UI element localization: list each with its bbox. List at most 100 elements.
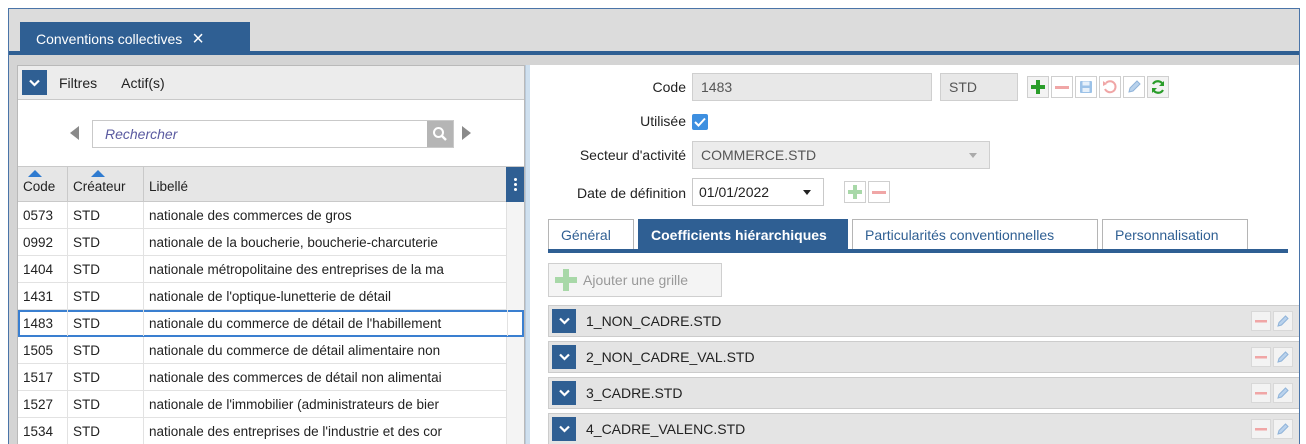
grid-group-row[interactable]: 1_NON_CADRE.STD bbox=[548, 305, 1299, 337]
check-icon bbox=[694, 117, 706, 127]
edit-icon[interactable] bbox=[1273, 347, 1293, 367]
table-row[interactable]: 0992 STD nationale de la boucherie, bouc… bbox=[18, 229, 524, 256]
date-select[interactable]: 01/01/2022 bbox=[692, 178, 824, 206]
add-date-icon[interactable] bbox=[844, 181, 866, 203]
filter-toggle-button[interactable] bbox=[22, 70, 47, 95]
grid-name: 1_NON_CADRE.STD bbox=[586, 313, 722, 329]
grid-name: 4_CADRE_VALENC.STD bbox=[586, 421, 746, 437]
tab-label: Particularités conventionnelles bbox=[865, 226, 1055, 243]
used-checkbox[interactable] bbox=[692, 114, 708, 130]
undo-icon[interactable] bbox=[1099, 76, 1121, 98]
cell-label: nationale du commerce de détail alimenta… bbox=[144, 337, 508, 363]
cell-code: 1431 bbox=[18, 283, 68, 309]
tab-personnalisation[interactable]: Personnalisation bbox=[1102, 219, 1248, 249]
column-header-code[interactable]: Code bbox=[18, 167, 68, 202]
cell-label: nationale métropolitaine des entreprises… bbox=[144, 256, 508, 282]
edit-icon[interactable] bbox=[1273, 311, 1293, 331]
code-label: Code bbox=[652, 79, 686, 95]
tab-coefficients[interactable]: Coefficients hiérarchiques bbox=[638, 219, 848, 249]
table-row-selected[interactable]: 1483 STD nationale du commerce de détail… bbox=[18, 310, 524, 337]
edit-icon[interactable] bbox=[1123, 76, 1145, 98]
tab-particularites[interactable]: Particularités conventionnelles bbox=[852, 219, 1098, 249]
sector-select[interactable]: COMMERCE.STD bbox=[692, 141, 990, 169]
grid-group-row[interactable]: 3_CADRE.STD bbox=[548, 377, 1299, 409]
add-grid-button[interactable]: Ajouter une grille bbox=[548, 263, 722, 297]
remove-icon[interactable] bbox=[1251, 347, 1271, 367]
grid-actions bbox=[1251, 383, 1293, 403]
expand-button[interactable] bbox=[552, 309, 576, 333]
detail-tabs: Général Coefficients hiérarchiques Parti… bbox=[548, 219, 1288, 249]
expand-button[interactable] bbox=[552, 381, 576, 405]
grid-name: 2_NON_CADRE_VAL.STD bbox=[586, 349, 755, 365]
sort-ascending-icon bbox=[28, 170, 42, 177]
table-row[interactable]: 1404 STD nationale métropolitaine des en… bbox=[18, 256, 524, 283]
used-label: Utilisée bbox=[640, 113, 686, 129]
remove-icon[interactable] bbox=[1051, 76, 1073, 98]
remove-date-icon[interactable] bbox=[868, 181, 890, 203]
column-header-label[interactable]: Libellé bbox=[144, 167, 508, 202]
search-box bbox=[92, 120, 454, 148]
chevron-down-icon bbox=[558, 425, 570, 433]
document-tabstrip: Conventions collectives × bbox=[9, 9, 1299, 55]
previous-arrow-icon[interactable] bbox=[70, 126, 79, 140]
grid-actions bbox=[1251, 419, 1293, 439]
search-button[interactable] bbox=[427, 121, 453, 147]
grid-group-row[interactable]: 4_CADRE_VALENC.STD bbox=[548, 413, 1299, 444]
add-icon[interactable] bbox=[1027, 76, 1049, 98]
remove-icon[interactable] bbox=[1251, 383, 1271, 403]
table-row[interactable]: 0573 STD nationale des commerces de gros bbox=[18, 202, 524, 229]
cell-label: nationale des entreprises de l'industrie… bbox=[144, 418, 508, 444]
tab-general[interactable]: Général bbox=[548, 219, 634, 249]
window-frame: Conventions collectives × Filtres Actif(… bbox=[8, 8, 1300, 444]
cell-code: 1404 bbox=[18, 256, 68, 282]
cell-label: nationale du commerce de détail de l'hab… bbox=[144, 310, 508, 336]
search-icon bbox=[433, 127, 447, 141]
grid-actions bbox=[1251, 311, 1293, 331]
cell-creator: STD bbox=[68, 418, 144, 444]
date-label: Date de définition bbox=[577, 185, 686, 201]
cell-creator: STD bbox=[68, 229, 144, 255]
chevron-down-icon bbox=[803, 190, 811, 195]
next-arrow-icon[interactable] bbox=[462, 126, 471, 140]
edit-icon[interactable] bbox=[1273, 419, 1293, 439]
tab-label: Personnalisation bbox=[1115, 226, 1219, 243]
table-row[interactable]: 1527 STD nationale de l'immobilier (admi… bbox=[18, 391, 524, 418]
save-icon[interactable] bbox=[1075, 76, 1097, 98]
table-row[interactable]: 1534 STD nationale des entreprises de l'… bbox=[18, 418, 524, 444]
document-tab-title: Conventions collectives bbox=[36, 30, 183, 47]
plus-icon bbox=[555, 269, 577, 291]
cell-label: nationale de l'immobilier (administrateu… bbox=[144, 391, 508, 417]
code-field: 1483 bbox=[692, 73, 932, 101]
tab-label: Coefficients hiérarchiques bbox=[651, 226, 827, 243]
search-row bbox=[18, 120, 524, 150]
cell-creator: STD bbox=[68, 202, 144, 228]
column-header-creator[interactable]: Créateur bbox=[68, 167, 144, 202]
search-input[interactable] bbox=[93, 121, 429, 147]
tabs-underline bbox=[548, 249, 1288, 253]
remove-icon[interactable] bbox=[1251, 311, 1271, 331]
table-row[interactable]: 1431 STD nationale de l'optique-lunetter… bbox=[18, 283, 524, 310]
cell-code: 1517 bbox=[18, 364, 68, 390]
tab-label: Général bbox=[561, 226, 611, 243]
grid-actions bbox=[1251, 347, 1293, 367]
creator-field: STD bbox=[940, 73, 1018, 101]
remove-icon[interactable] bbox=[1251, 419, 1271, 439]
grid-group-row[interactable]: 2_NON_CADRE_VAL.STD bbox=[548, 341, 1299, 373]
table-row[interactable]: 1505 STD nationale du commerce de détail… bbox=[18, 337, 524, 364]
sector-label: Secteur d'activité bbox=[579, 147, 686, 163]
chevron-down-icon bbox=[558, 317, 570, 325]
refresh-icon[interactable] bbox=[1147, 76, 1169, 98]
column-menu-button[interactable] bbox=[506, 167, 524, 202]
filter-label: Filtres bbox=[59, 74, 98, 91]
cell-label: nationale de l'optique-lunetterie de dét… bbox=[144, 283, 508, 309]
document-tab[interactable]: Conventions collectives × bbox=[20, 22, 250, 55]
table-row[interactable]: 1517 STD nationale des commerces de déta… bbox=[18, 364, 524, 391]
edit-icon[interactable] bbox=[1273, 383, 1293, 403]
cell-label: nationale des commerces de détail non al… bbox=[144, 364, 508, 390]
close-icon[interactable]: × bbox=[192, 29, 204, 49]
cell-code: 1534 bbox=[18, 418, 68, 444]
cell-creator: STD bbox=[68, 310, 144, 336]
expand-button[interactable] bbox=[552, 345, 576, 369]
expand-button[interactable] bbox=[552, 417, 576, 441]
sort-ascending-icon bbox=[91, 170, 105, 177]
